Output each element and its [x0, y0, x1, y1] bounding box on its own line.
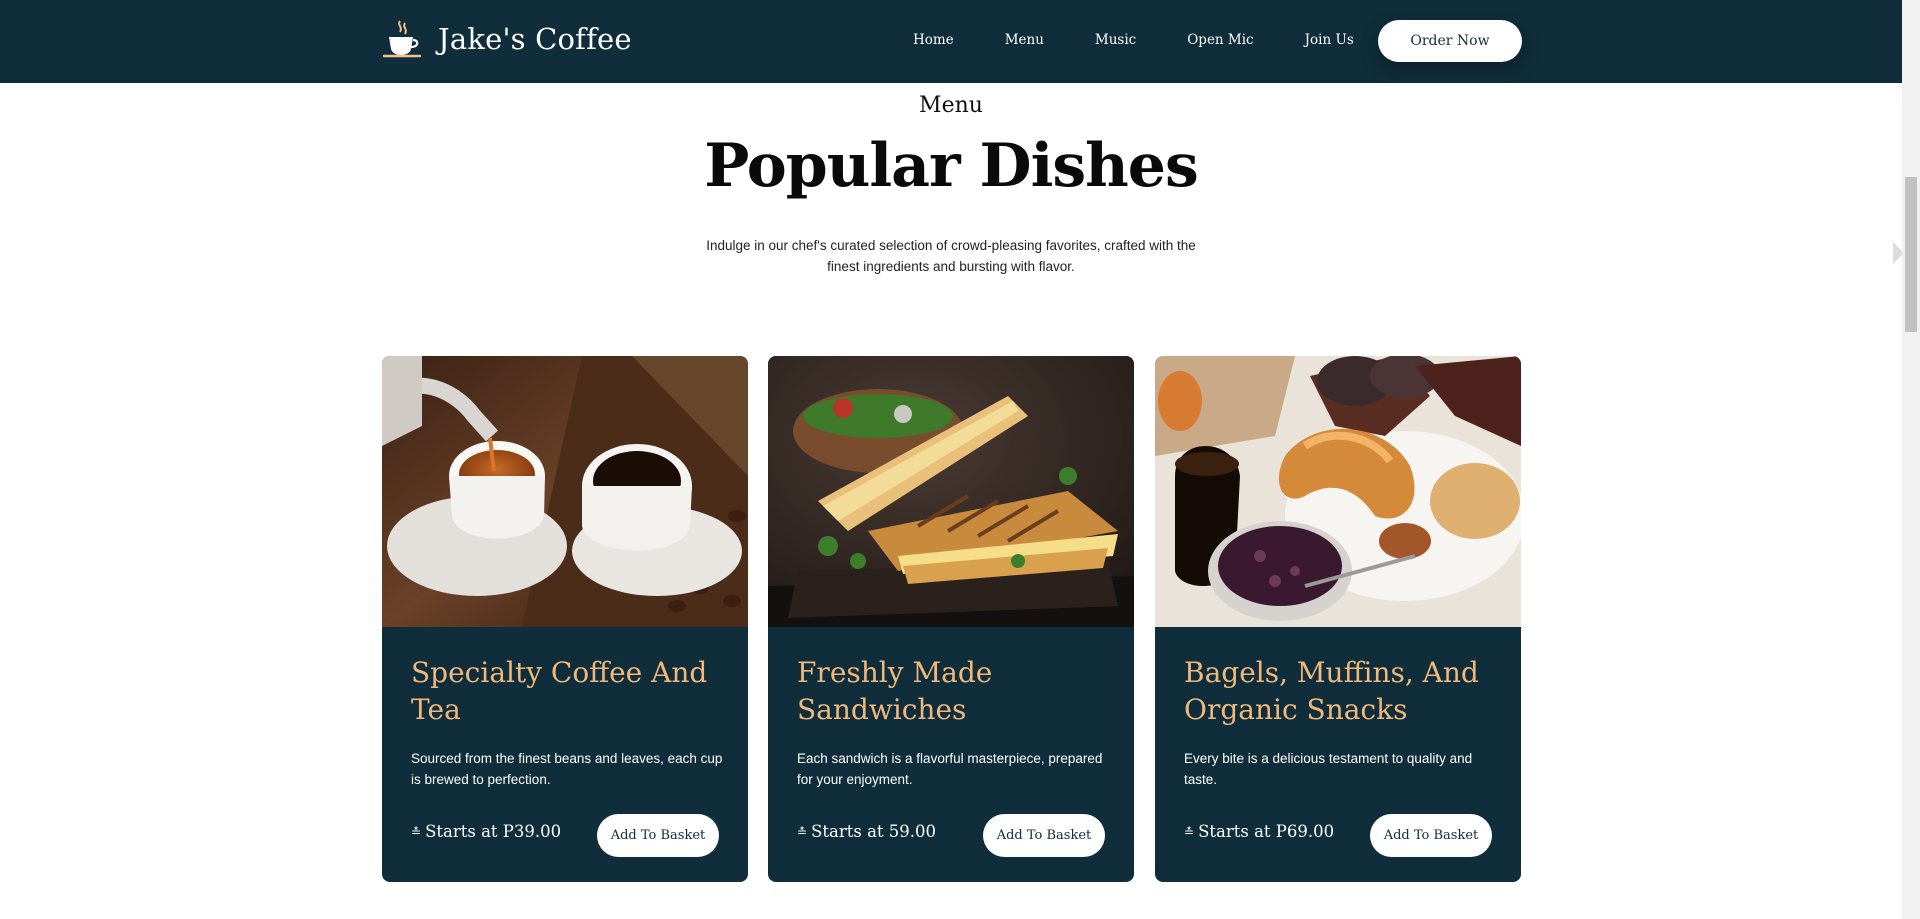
card-price: ≛ Starts at P39.00 [411, 822, 561, 841]
menu-card-coffee: Specialty Coffee And Tea Sourced from th… [382, 356, 748, 882]
nav-menu[interactable]: Menu [1005, 32, 1044, 48]
card-description: Each sandwich is a flavorful masterpiece… [797, 751, 1103, 787]
page-title: Popular Dishes [704, 131, 1198, 201]
coffee-and-tea-photo [382, 356, 748, 627]
main-nav: Home Menu Music Open Mic Join Us [900, 0, 1405, 80]
price-text: Starts at P39.00 [425, 822, 562, 841]
section-kicker: Menu [919, 93, 983, 118]
nav-join-us[interactable]: Join Us [1305, 32, 1354, 48]
card-price: ≛ Starts at 59.00 [797, 822, 936, 841]
page-scrollbar[interactable] [1902, 0, 1920, 919]
order-now-button[interactable]: Order Now [1378, 20, 1522, 62]
nav-music[interactable]: Music [1095, 32, 1136, 48]
price-icon: ≛ [1184, 824, 1195, 839]
grilled-sandwich-photo [768, 356, 1134, 627]
card-description: Every bite is a delicious testament to q… [1184, 751, 1473, 787]
card-price: ≛ Starts at P69.00 [1184, 822, 1334, 841]
menu-card-pastries: Bagels, Muffins, And Organic Snacks Ever… [1155, 356, 1521, 882]
brand-name: Jake's Coffee [438, 22, 632, 56]
site-header: Jake's Coffee Home Menu Music Open Mic J… [0, 0, 1902, 83]
card-title: Freshly Made Sandwiches [797, 656, 993, 726]
nav-home[interactable]: Home [913, 32, 954, 48]
coffee-cup-icon [380, 17, 424, 61]
brand[interactable]: Jake's Coffee [380, 14, 632, 64]
add-to-basket-button[interactable]: Add To Basket [1370, 814, 1492, 857]
menu-card-sandwiches: Freshly Made Sandwiches Each sandwich is… [768, 356, 1134, 882]
add-to-basket-button[interactable]: Add To Basket [983, 814, 1105, 857]
price-text: Starts at P69.00 [1198, 822, 1335, 841]
pastries-photo [1155, 356, 1521, 627]
card-title: Specialty Coffee And Tea [411, 656, 708, 726]
nav-open-mic[interactable]: Open Mic [1187, 32, 1253, 48]
price-text: Starts at 59.00 [811, 822, 937, 841]
section-subtitle: Indulge in our chef's curated selection … [706, 238, 1196, 274]
price-icon: ≛ [411, 824, 422, 839]
price-icon: ≛ [797, 824, 808, 839]
add-to-basket-button[interactable]: Add To Basket [597, 814, 719, 857]
scrollbar-thumb[interactable] [1905, 177, 1917, 332]
card-description: Sourced from the finest beans and leaves… [411, 751, 723, 787]
card-title: Bagels, Muffins, And Organic Snacks [1184, 656, 1479, 726]
